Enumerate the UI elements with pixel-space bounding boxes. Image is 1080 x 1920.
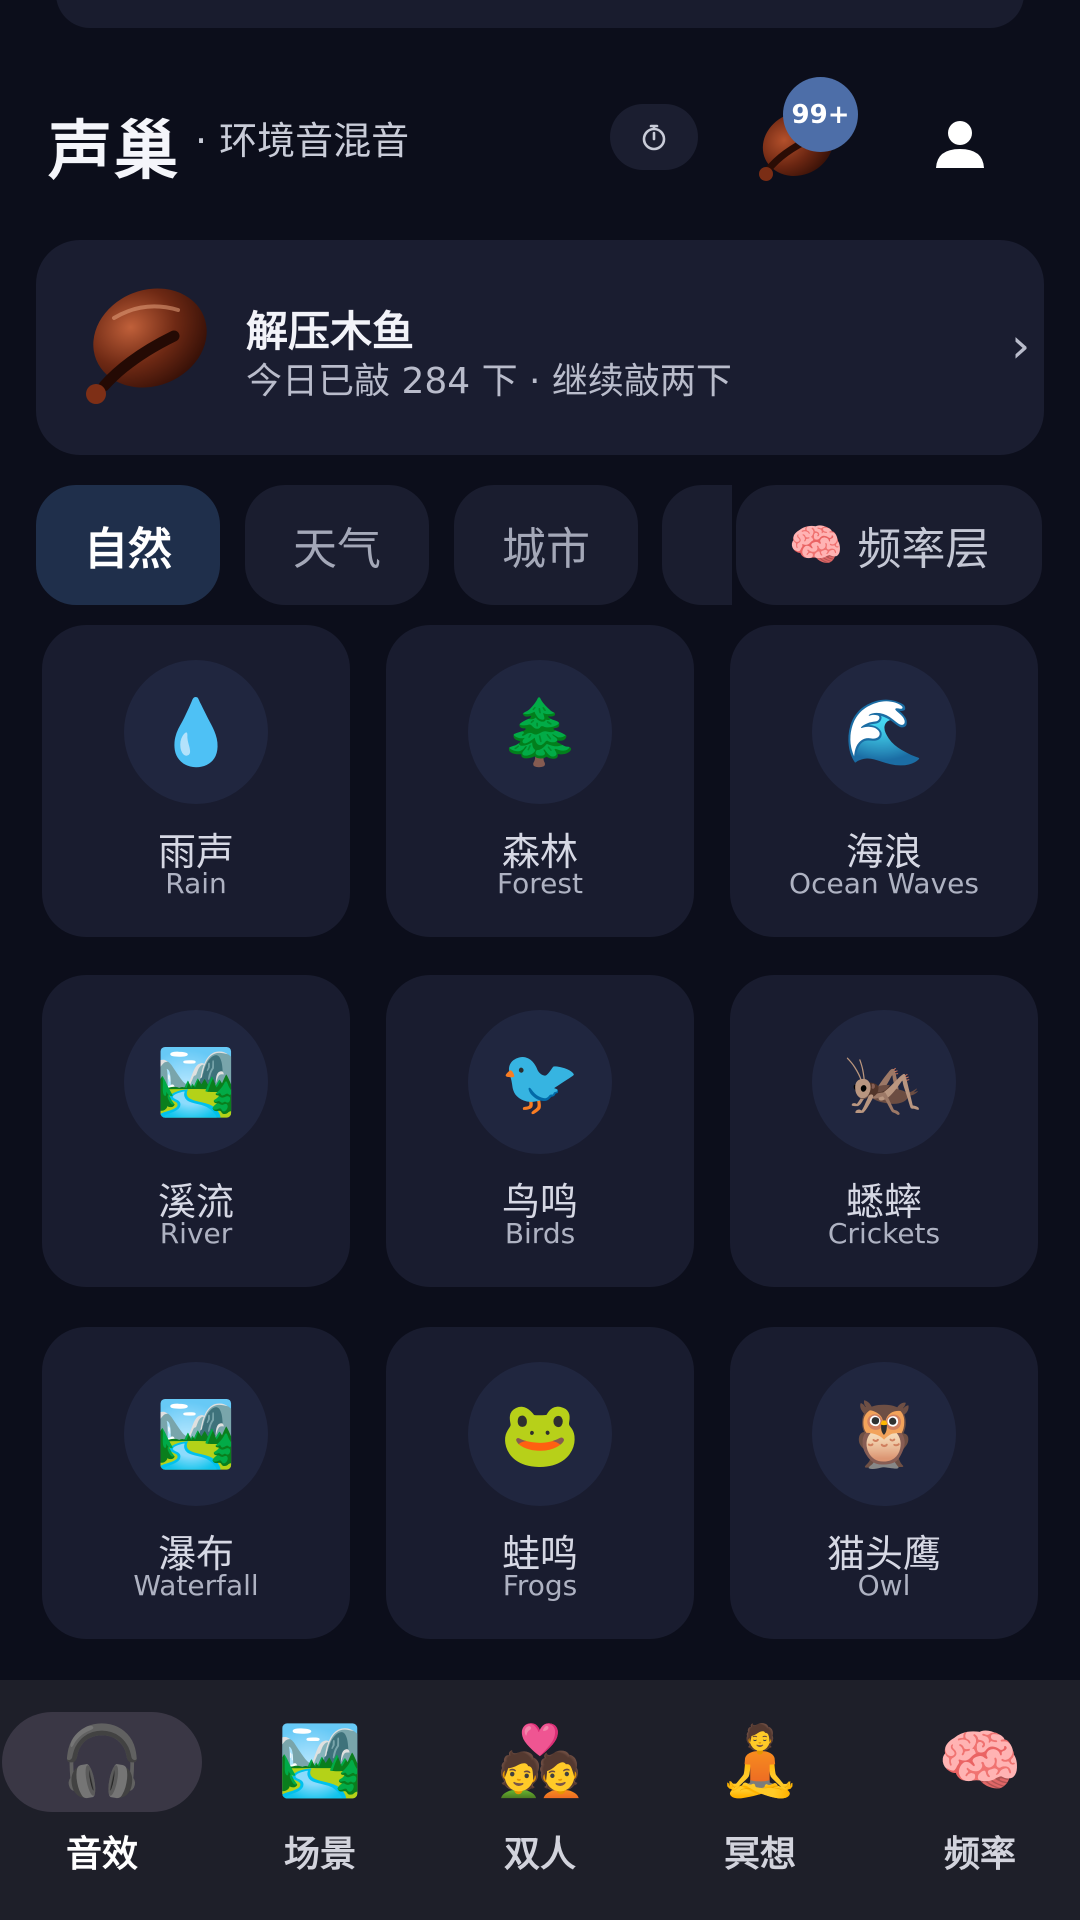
sound-name-en: Frogs bbox=[502, 1569, 578, 1602]
sound-name-en: Owl bbox=[857, 1569, 911, 1602]
landscape-icon: 🏞️ bbox=[124, 1362, 268, 1506]
timer-button[interactable] bbox=[610, 104, 698, 170]
frequency-layer-label: 频率层 bbox=[857, 524, 990, 575]
sound-card-rain[interactable]: 💧 雨声 Rain bbox=[42, 625, 350, 937]
timer-icon bbox=[642, 124, 666, 151]
banner-title: 解压木鱼 bbox=[246, 307, 415, 356]
sound-name-en: Ocean Waves bbox=[789, 867, 979, 900]
sound-name-en: Forest bbox=[497, 867, 583, 900]
wave-icon: 🌊 bbox=[812, 660, 956, 804]
cricket-icon: 🦗 bbox=[812, 1010, 956, 1154]
headphones-icon: 🎧 bbox=[59, 1722, 145, 1801]
nav-label: 音效 bbox=[65, 1834, 138, 1875]
app-screen: 声巢 · 环境音混音 99+ 解压木鱼 今日已敲 284 下 · 继续敲两下 ›… bbox=[0, 0, 1080, 1920]
sound-card-birds[interactable]: 🐦 鸟鸣 Birds bbox=[386, 975, 694, 1287]
bottom-navigation: 🎧 音效 🏞️ 场景 💑 双人 🧘 冥想 🧠 频率 bbox=[0, 1680, 1080, 1920]
tab-clip: 环 bbox=[662, 485, 732, 605]
woodfish-banner[interactable]: 解压木鱼 今日已敲 284 下 · 继续敲两下 › bbox=[36, 240, 1044, 455]
sound-card-crickets[interactable]: 🦗 蟋蟀 Crickets bbox=[730, 975, 1038, 1287]
tab-weather[interactable]: 天气 bbox=[245, 485, 429, 605]
rain-icon: 💧 bbox=[124, 660, 268, 804]
nav-label: 双人 bbox=[503, 1834, 576, 1875]
bird-icon: 🐦 bbox=[468, 1010, 612, 1154]
sound-name-en: Crickets bbox=[827, 1217, 941, 1250]
nav-item-sounds[interactable]: 🎧 音效 bbox=[2, 1680, 202, 1920]
previous-card bbox=[56, 0, 1024, 28]
nav-item-meditation[interactable]: 🧘 冥想 bbox=[660, 1680, 860, 1920]
sound-card-forest[interactable]: 🌲 森林 Forest bbox=[386, 625, 694, 937]
sound-name-en: River bbox=[159, 1217, 233, 1250]
frequency-layer-tab[interactable]: 🧠 频率层 bbox=[736, 485, 1042, 605]
app-subtitle: · 环境音混音 bbox=[195, 119, 410, 163]
landscape-icon: 🏞️ bbox=[277, 1722, 363, 1801]
nav-item-duo[interactable]: 💑 双人 bbox=[440, 1680, 640, 1920]
user-icon bbox=[936, 121, 984, 168]
nav-item-scenes[interactable]: 🏞️ 场景 bbox=[220, 1680, 420, 1920]
sound-name-en: Birds bbox=[504, 1217, 576, 1250]
nav-label: 频率 bbox=[943, 1834, 1016, 1875]
chevron-right-icon: › bbox=[1011, 318, 1031, 374]
sound-card-waterfall[interactable]: 🏞️ 瀑布 Waterfall bbox=[42, 1327, 350, 1639]
sound-card-owl[interactable]: 🦉 猫头鹰 Owl bbox=[730, 1327, 1038, 1639]
frog-icon: 🐸 bbox=[468, 1362, 612, 1506]
profile-button[interactable] bbox=[925, 110, 995, 180]
sound-card-river[interactable]: 🏞️ 溪流 River bbox=[42, 975, 350, 1287]
category-tabs: 自然 天气 城市 环 🧠 频率层 bbox=[0, 485, 1080, 605]
sound-name-en: Rain bbox=[165, 867, 227, 900]
sound-card-frogs[interactable]: 🐸 蛙鸣 Frogs bbox=[386, 1327, 694, 1639]
owl-icon: 🦉 bbox=[812, 1362, 956, 1506]
nav-label: 场景 bbox=[283, 1834, 356, 1875]
nav-label: 冥想 bbox=[723, 1834, 796, 1875]
nav-item-frequency[interactable]: 🧠 频率 bbox=[880, 1680, 1080, 1920]
banner-subtitle: 今日已敲 284 下 · 继续敲两下 bbox=[246, 361, 732, 402]
brain-icon: 🧠 bbox=[937, 1722, 1023, 1801]
sound-card-ocean-waves[interactable]: 🌊 海浪 Ocean Waves bbox=[730, 625, 1038, 937]
woodfish-count-badge: 99+ bbox=[783, 77, 858, 152]
header: 声巢 · 环境音混音 99+ bbox=[0, 77, 1080, 190]
tab-city[interactable]: 城市 bbox=[454, 485, 638, 605]
sound-name-en: Waterfall bbox=[133, 1569, 259, 1602]
landscape-icon: 🏞️ bbox=[124, 1010, 268, 1154]
brain-icon: 🧠 bbox=[788, 520, 844, 571]
woodfish-image bbox=[74, 278, 214, 418]
tab-ambient[interactable]: 环 bbox=[662, 485, 732, 605]
meditation-icon: 🧘 bbox=[717, 1722, 803, 1801]
couple-icon: 💑 bbox=[497, 1722, 583, 1801]
app-title: 声巢 bbox=[48, 115, 180, 189]
tab-nature[interactable]: 自然 bbox=[36, 485, 220, 605]
tree-icon: 🌲 bbox=[468, 660, 612, 804]
